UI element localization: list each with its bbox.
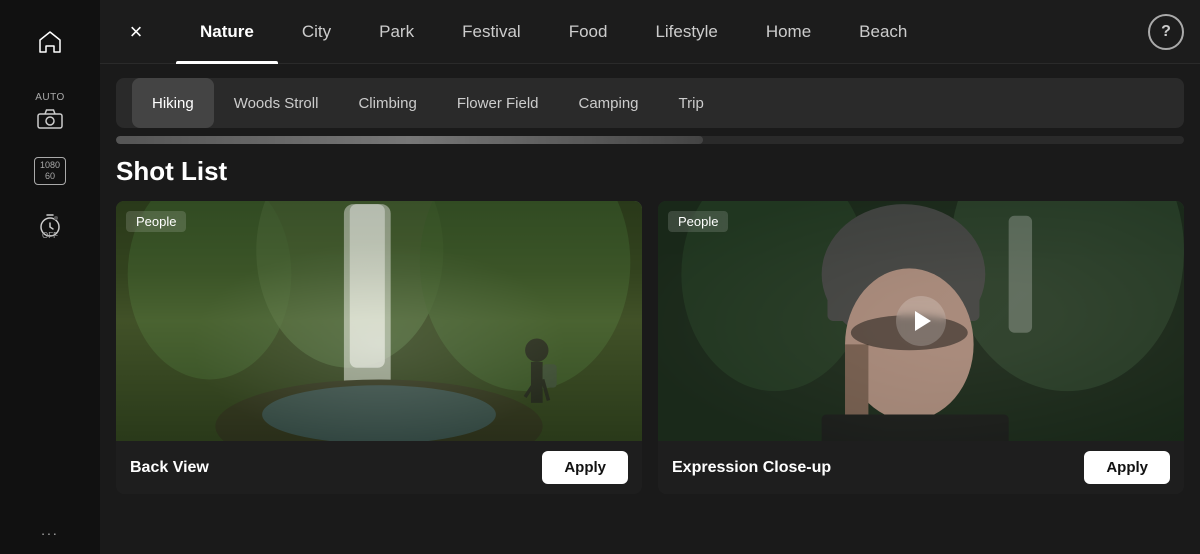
camera-icon bbox=[37, 107, 63, 129]
card-expression: People Expression Close-up Apply bbox=[658, 201, 1184, 494]
card-footer-1: Back View Apply bbox=[116, 441, 642, 494]
subtab-climbing[interactable]: Climbing bbox=[338, 78, 436, 128]
card-badge-1: People bbox=[126, 211, 186, 232]
tab-home[interactable]: Home bbox=[742, 0, 835, 64]
tab-festival[interactable]: Festival bbox=[438, 0, 545, 64]
svg-text:OFF: OFF bbox=[42, 231, 58, 239]
sidebar-timer[interactable]: OFF bbox=[37, 213, 63, 239]
home-icon bbox=[36, 28, 64, 56]
nav-tabs: Nature City Park Festival Food Lifestyle… bbox=[176, 0, 1148, 64]
timer-icon: OFF bbox=[37, 213, 63, 239]
main-area: × Nature City Park Festival Food Lifesty… bbox=[100, 0, 1200, 554]
progress-bar bbox=[116, 136, 703, 144]
help-button[interactable]: ? bbox=[1148, 14, 1184, 50]
card-title-2: Expression Close-up bbox=[672, 459, 831, 477]
apply-button-1[interactable]: Apply bbox=[542, 451, 628, 484]
sidebar-more[interactable]: ... bbox=[41, 522, 59, 538]
close-button[interactable]: × bbox=[116, 12, 156, 52]
card-title-1: Back View bbox=[130, 459, 209, 477]
sidebar-top: AUTO 108060 OFF bbox=[0, 12, 100, 239]
subtab-camping[interactable]: Camping bbox=[559, 78, 659, 128]
card-badge-2: People bbox=[668, 211, 728, 232]
cards-grid: People Back View Apply bbox=[116, 201, 1184, 494]
subtab-flower-field[interactable]: Flower Field bbox=[437, 78, 559, 128]
card-image-wrap-1: People bbox=[116, 201, 642, 441]
apply-button-2[interactable]: Apply bbox=[1084, 451, 1170, 484]
shot-list-title: Shot List bbox=[116, 156, 1184, 187]
tab-food[interactable]: Food bbox=[545, 0, 632, 64]
sidebar-mid: AUTO 108060 OFF bbox=[34, 92, 66, 239]
resolution-badge: 108060 bbox=[34, 157, 66, 185]
progress-bar-area bbox=[116, 136, 1184, 144]
hiking-scene-svg bbox=[116, 201, 642, 441]
play-button-2[interactable] bbox=[896, 296, 946, 346]
sub-navigation: Hiking Woods Stroll Climbing Flower Fiel… bbox=[116, 78, 1184, 128]
sidebar: AUTO 108060 OFF ... bbox=[0, 0, 100, 554]
card-image-wrap-2: People bbox=[658, 201, 1184, 441]
subtab-trip[interactable]: Trip bbox=[659, 78, 724, 128]
card-footer-2: Expression Close-up Apply bbox=[658, 441, 1184, 494]
more-dots: ... bbox=[41, 522, 59, 538]
content-area: Shot List bbox=[100, 148, 1200, 554]
sidebar-resolution[interactable]: 108060 bbox=[34, 157, 66, 185]
auto-label: AUTO bbox=[35, 92, 65, 103]
subtab-woods-stroll[interactable]: Woods Stroll bbox=[214, 78, 339, 128]
tab-beach[interactable]: Beach bbox=[835, 0, 931, 64]
card-back-view: People Back View Apply bbox=[116, 201, 642, 494]
tab-city[interactable]: City bbox=[278, 0, 355, 64]
tab-lifestyle[interactable]: Lifestyle bbox=[631, 0, 741, 64]
tab-nature[interactable]: Nature bbox=[176, 0, 278, 64]
sidebar-auto-camera[interactable]: AUTO bbox=[35, 92, 65, 129]
tab-park[interactable]: Park bbox=[355, 0, 438, 64]
subtab-hiking[interactable]: Hiking bbox=[132, 78, 214, 128]
top-navigation: × Nature City Park Festival Food Lifesty… bbox=[100, 0, 1200, 64]
sidebar-home-button[interactable] bbox=[0, 12, 100, 72]
